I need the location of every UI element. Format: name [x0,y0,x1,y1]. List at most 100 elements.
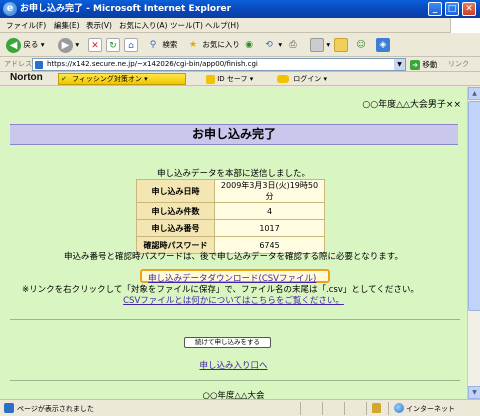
back-button[interactable]: ◀ 戻る ▾ [6,37,45,53]
divider [322,402,323,415]
window-title: お申し込み完了 - Microsoft Internet Explorer [20,4,232,14]
research-icon: ◈ [376,38,390,52]
idsafe-button[interactable]: ID セーフ ▾ [206,74,253,84]
media-button[interactable]: ◉ [242,37,256,53]
close-button[interactable]: ✕ [462,2,476,16]
menu-help[interactable]: ヘルプ(H) [205,20,239,31]
login-button[interactable]: ログイン ▾ [277,74,327,84]
edit-button[interactable]: ▾ [310,37,330,53]
media-icon: ◉ [245,40,253,50]
security-zone: インターネット [406,405,455,413]
back-arrow-icon: ◀ [6,37,21,53]
page-viewport: ○○年度△△大会男子×× お申し込み完了 申し込みデータを本部に送信しました。 … [0,87,467,399]
research-button[interactable]: ◈ [376,37,390,53]
norton-logo: Norton [10,72,43,83]
home-button[interactable]: ⌂ [124,37,138,53]
continue-application-button[interactable]: 続けて申し込みをする [184,337,271,348]
folder-icon [334,38,348,52]
menu-view[interactable]: 表示(V) [86,20,112,31]
table-value: 1017 [214,219,325,237]
printer-icon: ⎙ [289,40,297,50]
page-title: お申し込み完了 [10,124,458,145]
go-arrow-icon: ➜ [410,60,420,70]
menu-tools[interactable]: ツール(T) [170,20,203,31]
refresh-button[interactable]: ↻ [106,37,120,53]
menu-edit[interactable]: 編集(E) [54,20,80,31]
vertical-scrollbar[interactable]: ▲ ▼ [467,87,480,399]
page-icon [35,61,43,69]
address-dropdown-icon[interactable]: ▼ [394,59,405,70]
address-bar: アドレス(D) https://x142.secure.ne.jp/~x1420… [0,57,480,72]
search-icon: ⚲ [149,40,157,50]
messenger-button[interactable]: ☺ [354,37,368,53]
entry-page-link[interactable]: 申し込み入り口へ [0,359,467,371]
menu-file[interactable]: ファイル(F) [6,20,46,31]
address-url: https://x142.secure.ne.jp/~x142026/cgi-b… [47,60,258,68]
idsafe-icon [206,74,215,84]
page-done-icon [4,403,14,413]
go-label: 移動 [422,60,438,69]
window-titlebar: e お申し込み完了 - Microsoft Internet Explorer … [0,0,480,18]
maximize-button[interactable]: □ [445,2,459,16]
login-icon [277,75,289,83]
scroll-up-icon[interactable]: ▲ [468,87,480,100]
home-icon: ⌂ [124,38,138,52]
footer-event-name: ○○年度△△大会 [202,391,265,399]
star-icon: ★ [188,40,198,50]
table-row: 申し込み番号 1017 [136,219,325,237]
divider [366,402,367,415]
favorites-button[interactable]: ★ お気に入り [186,37,240,53]
table-row: 申し込み日時 2009年3月3日(火)19時50分 [136,179,325,203]
search-button[interactable]: ⚲ 検索 [146,37,178,53]
search-label: 検索 [162,40,178,49]
messenger-icon: ☺ [356,40,366,50]
status-bar: ページが表示されました インターネット [0,399,480,416]
check-icon: ✔ [61,75,67,83]
table-value: 2009年3月3日(火)19時50分 [214,179,325,203]
application-info-table: 申し込み日時 2009年3月3日(火)19時50分 申し込み件数 4 申し込み番… [136,179,325,254]
divider [10,319,460,320]
history-icon: ⟲ [265,40,273,50]
event-name: ○○年度△△大会男子×× [362,100,461,110]
minimize-button[interactable]: _ [428,2,442,16]
table-key: 申し込み番号 [136,219,215,237]
sent-message: 申し込みデータを本部に送信しました。 [156,169,310,179]
ie-logo-icon: e [3,2,17,16]
phishing-label: フィッシング対策オン [72,75,142,83]
table-value: 4 [214,202,325,220]
forward-button[interactable]: ▶ ▾ [58,37,79,53]
standard-toolbar: ◀ 戻る ▾ ▶ ▾ ✕ ↻ ⌂ ⚲ 検索 ★ お気に入り ◉ ⟲ ▾ ⎙ ▾ … [0,33,480,57]
divider [344,402,345,415]
menu-favorites[interactable]: お気に入り(A) [119,20,167,31]
divider [10,380,460,381]
back-label: 戻る [23,40,39,49]
table-key: 申し込み件数 [136,202,215,220]
stop-icon: ✕ [88,38,102,52]
divider [300,402,301,415]
scroll-down-icon[interactable]: ▼ [468,386,480,399]
login-label: ログイン [293,75,322,83]
folder-button[interactable] [334,37,348,53]
go-button[interactable]: ➜ 移動 [410,59,437,70]
forward-arrow-icon: ▶ [58,37,73,53]
scroll-thumb[interactable] [468,101,480,311]
csv-info-link[interactable]: CSVファイルとは何かについてはこちらをご覧ください。 [0,294,467,306]
windows-flag-icon [450,18,480,33]
phishing-protection-button[interactable]: ✔ フィッシング対策オン ▾ [58,73,186,85]
lock-icon[interactable] [372,403,381,413]
status-text: ページが表示されました [17,405,94,413]
divider [388,402,389,415]
links-button[interactable]: リンク [448,59,469,69]
stop-button[interactable]: ✕ [88,37,102,53]
address-input[interactable]: https://x142.secure.ne.jp/~x142026/cgi-b… [32,58,406,71]
refresh-icon: ↻ [106,38,120,52]
globe-icon [394,403,404,413]
favorites-label: お気に入り [202,40,240,49]
norton-toolbar: Norton ✔ フィッシング対策オン ▾ ID セーフ ▾ ログイン ▾ [0,72,480,86]
idsafe-label: ID セーフ [217,75,248,83]
table-row: 申し込み件数 4 [136,202,325,220]
print-button[interactable]: ⎙ [286,37,300,53]
history-button[interactable]: ⟲ ▾ [262,37,282,53]
edit-icon [310,38,324,52]
download-link-highlight: 申し込みデータダウンロード(CSVファイル) [140,269,330,284]
